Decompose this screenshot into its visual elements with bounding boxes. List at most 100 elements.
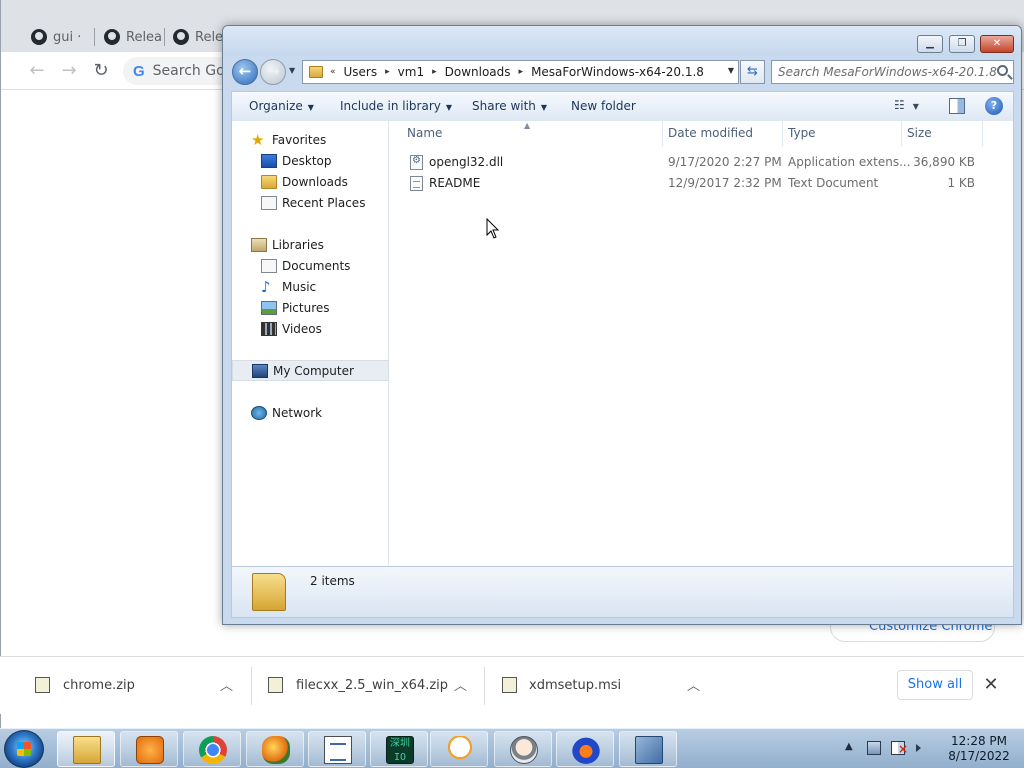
folder-icon	[309, 66, 323, 78]
chrome-icon	[199, 736, 227, 764]
include-in-library-button[interactable]: Include in library ▼	[340, 99, 452, 113]
share-with-button[interactable]: Share with ▼	[472, 99, 547, 113]
new-folder-button[interactable]: New folder	[571, 99, 636, 113]
search-input[interactable]: Search MesaForWindows-x64-20.1.8	[771, 60, 1014, 84]
chevron-up-icon[interactable]: ︿	[687, 675, 700, 694]
nav-downloads[interactable]: Downloads	[232, 171, 389, 192]
sort-ascending-icon: ▲	[524, 121, 531, 130]
address-row: ← → ▼ « Users ▸ vm1 ▸ Downloads ▸ MesaFo…	[223, 56, 1021, 90]
taskbar-io-app-button[interactable]: 深圳 IO	[370, 731, 428, 767]
chevron-down-icon[interactable]: ▼	[728, 66, 734, 75]
chevron-up-icon[interactable]: ︿	[220, 675, 233, 694]
chrome-tab-2[interactable]: Relea	[96, 22, 162, 52]
nav-label: Network	[272, 405, 323, 420]
nav-libraries[interactable]: Libraries	[232, 234, 389, 255]
msi-file-icon	[502, 677, 517, 693]
chevron-right-icon[interactable]: ▸	[383, 67, 392, 77]
chrome-back-button[interactable]: ←	[26, 60, 48, 82]
taskbar-chrome-button[interactable]	[183, 731, 241, 767]
address-bar[interactable]: « Users ▸ vm1 ▸ Downloads ▸ MesaForWindo…	[302, 60, 739, 84]
back-button[interactable]: ←	[232, 59, 258, 85]
chevron-right-icon[interactable]: ▸	[517, 67, 526, 77]
command-bar: Organize ▼ Include in library ▼ Share with…	[231, 91, 1014, 121]
chrome-reload-button[interactable]: ↻	[90, 60, 112, 82]
file-list-pane: Name ▲ Date modified Type Size opengl32.…	[389, 121, 1014, 566]
forward-button[interactable]: →	[260, 59, 286, 85]
download-item-1[interactable]: chrome.zip ︿	[0, 657, 250, 715]
help-icon[interactable]: ?	[985, 97, 1003, 115]
action-center-icon[interactable]	[891, 741, 908, 755]
breadcrumb-overflow[interactable]: «	[328, 67, 338, 77]
recent-pages-dropdown[interactable]: ▼	[289, 66, 295, 75]
download-item-3[interactable]: xdmsetup.msi ︿	[485, 657, 715, 715]
system-clock[interactable]: 12:28 PM 8/17/2022	[938, 734, 1020, 764]
nav-my-computer[interactable]: My Computer	[232, 360, 389, 381]
close-button[interactable]: ✕	[980, 35, 1014, 53]
volume-icon[interactable]	[916, 744, 921, 752]
breadcrumb-vm1[interactable]: vm1	[392, 65, 430, 79]
google-icon: G	[133, 62, 145, 80]
file-size: 36,890 KB	[913, 155, 975, 169]
network-status-icon[interactable]	[867, 741, 881, 755]
taskbar-notes-button[interactable]	[308, 731, 366, 767]
zip-file-icon	[268, 677, 283, 693]
column-header-date-modified[interactable]: Date modified	[662, 121, 783, 146]
breadcrumb-users[interactable]: Users	[338, 65, 384, 79]
column-header-size[interactable]: Size	[901, 121, 983, 146]
breadcrumb-mesa-folder[interactable]: MesaForWindows-x64-20.1.8	[525, 65, 710, 79]
chevron-up-icon[interactable]: ︿	[454, 675, 467, 694]
chrome-forward-button[interactable]: →	[58, 60, 80, 82]
maximize-button[interactable]: ❐	[949, 35, 975, 53]
explorer-title-bar[interactable]: ▁ ❐ ✕	[223, 26, 1021, 56]
network-icon	[251, 405, 267, 420]
column-header-type[interactable]: Type	[782, 121, 902, 146]
taskbar-media-player-button[interactable]	[120, 731, 178, 767]
paint-icon	[262, 736, 290, 764]
nav-desktop[interactable]: Desktop	[232, 150, 389, 171]
show-all-button[interactable]: Show all	[897, 670, 973, 700]
organize-button[interactable]: Organize ▼	[249, 99, 314, 113]
item-count: 2 items	[310, 574, 355, 588]
media-player-icon	[136, 736, 164, 764]
nav-music[interactable]: ♪ Music	[232, 276, 389, 297]
nav-label: Desktop	[282, 153, 332, 168]
computer-icon	[252, 363, 268, 378]
nav-videos[interactable]: Videos	[232, 318, 389, 339]
audio-editor-icon	[572, 736, 600, 764]
refresh-button[interactable]: ⇆	[740, 60, 765, 84]
chevron-down-icon: ▼	[912, 102, 919, 111]
organize-label: Organize	[249, 99, 303, 113]
taskbar-explorer-button[interactable]	[57, 731, 115, 767]
taskbar-paint-button[interactable]	[246, 731, 304, 767]
taskbar-audacity-button[interactable]	[556, 731, 614, 767]
clock-time: 12:28 PM	[951, 734, 1007, 748]
minimize-button[interactable]: ▁	[917, 35, 943, 53]
close-icon[interactable]: ✕	[981, 675, 1001, 695]
taskbar-setup-button[interactable]	[619, 731, 677, 767]
breadcrumb-downloads[interactable]: Downloads	[439, 65, 517, 79]
nav-network[interactable]: Network	[232, 402, 389, 423]
download-item-2[interactable]: filecxx_2.5_win_x64.zip ︿	[252, 657, 482, 715]
taskbar-character-app-button[interactable]	[494, 731, 552, 767]
show-hidden-icons-button[interactable]: ▲	[845, 741, 853, 752]
chrome-tab-3[interactable]: Relea	[165, 22, 223, 52]
documents-icon	[261, 258, 277, 273]
downloads-folder-icon	[261, 174, 277, 189]
file-row-opengl32[interactable]: opengl32.dll 9/17/2020 2:27 PM Applicati…	[389, 152, 1014, 173]
nav-recent-places[interactable]: Recent Places	[232, 192, 389, 213]
start-button[interactable]	[4, 730, 44, 768]
search-icon	[997, 65, 1008, 76]
file-row-readme[interactable]: README 12/9/2017 2:32 PM Text Document 1…	[389, 173, 1014, 194]
chrome-tab-1[interactable]: gui ·	[23, 22, 93, 52]
preview-pane-icon[interactable]	[949, 98, 965, 114]
share-with-label: Share with	[472, 99, 536, 113]
music-note-icon: ♪	[261, 277, 271, 296]
nav-favorites[interactable]: ★ Favorites	[232, 129, 389, 150]
column-header-name[interactable]: Name	[401, 121, 663, 146]
nav-documents[interactable]: Documents	[232, 255, 389, 276]
change-view-button[interactable]: ☷ ▼	[894, 98, 934, 116]
taskbar-goose-button[interactable]	[430, 731, 488, 767]
nav-pictures[interactable]: Pictures	[232, 297, 389, 318]
desktop-icon	[261, 153, 277, 168]
chevron-right-icon[interactable]: ▸	[430, 67, 439, 77]
